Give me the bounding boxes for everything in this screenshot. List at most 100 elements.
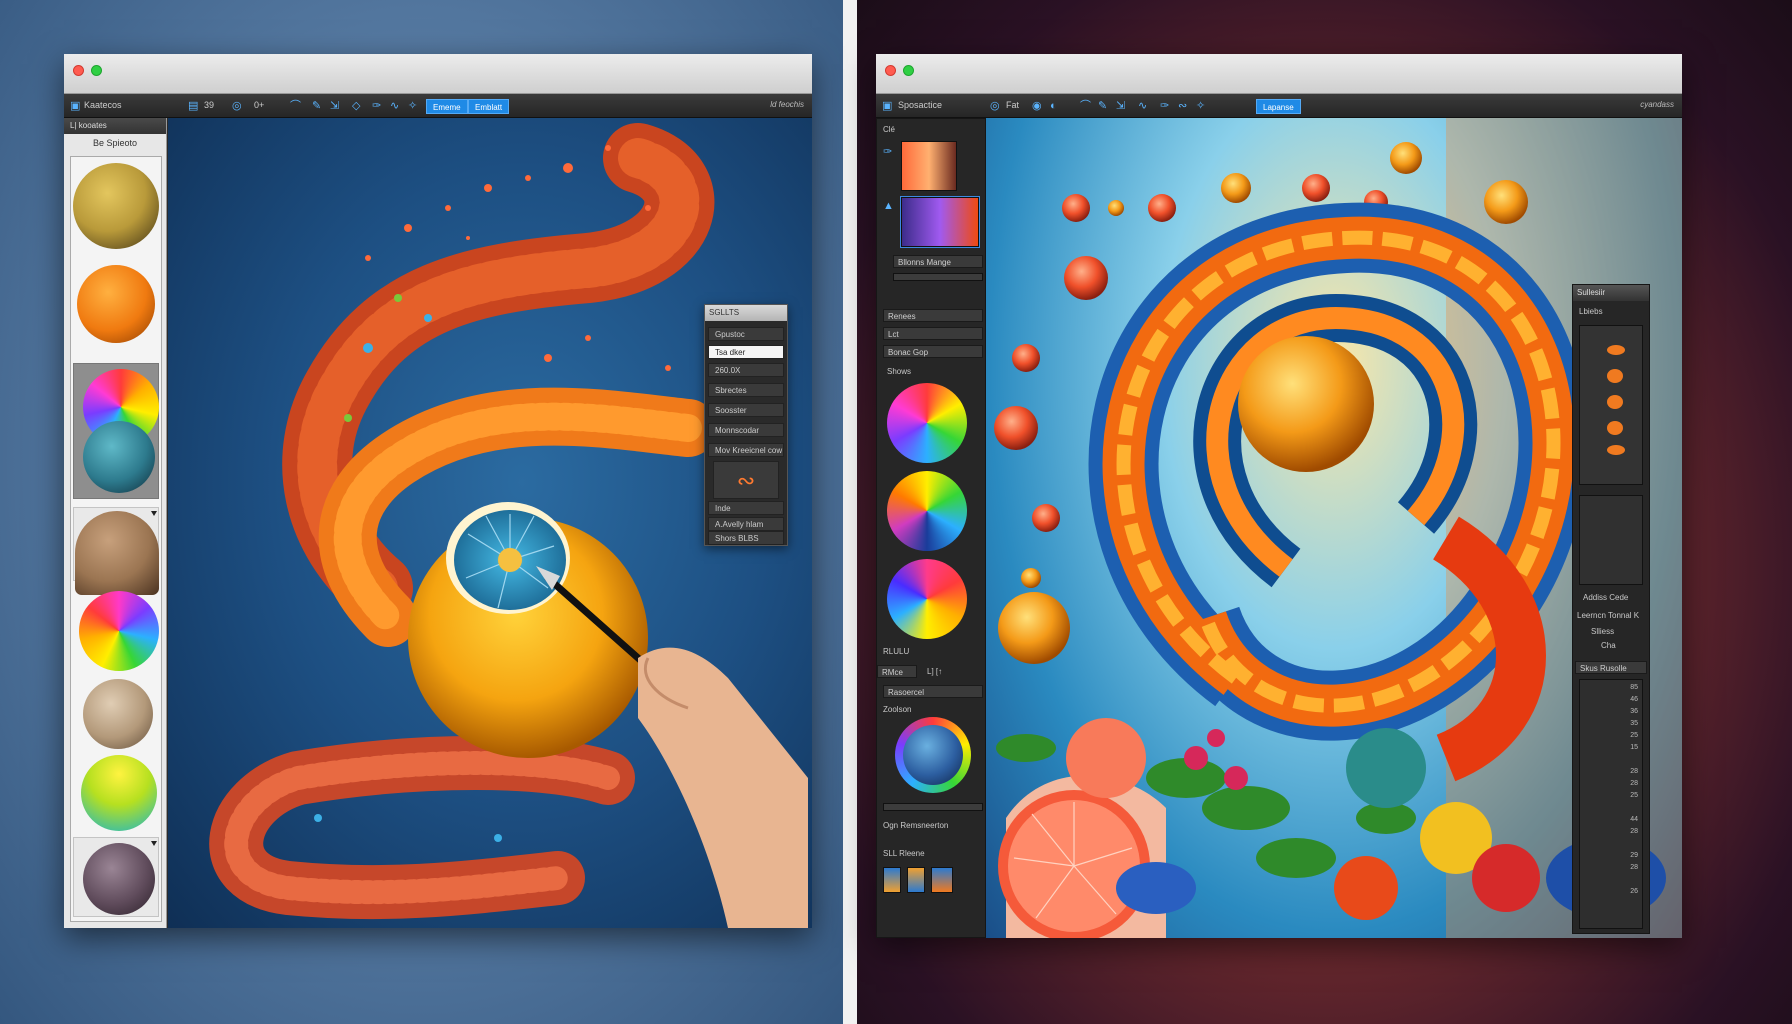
right-label-f[interactable]: Skus Rusolle — [1575, 661, 1647, 674]
layer-thumb-1[interactable] — [883, 867, 901, 893]
eye-icon[interactable]: ◉ — [1032, 99, 1042, 113]
orange-dot-4[interactable] — [1607, 421, 1623, 435]
layer-row-bonac[interactable]: Bonac Gop — [883, 345, 983, 358]
orange-dot-5[interactable] — [1607, 445, 1625, 455]
swatch-list[interactable] — [70, 156, 162, 922]
orange-dot-1[interactable] — [1607, 345, 1625, 355]
slb-label: SLL Rleene — [883, 849, 925, 858]
target-icon-2[interactable]: ◎ — [990, 99, 1000, 113]
blend-mode-row[interactable]: Bllonns Mange — [893, 255, 983, 268]
swatch-lime-sphere[interactable] — [81, 755, 157, 831]
orange-dot-3[interactable] — [1607, 395, 1623, 409]
list-label: Ogn Remsneerton — [883, 821, 949, 830]
float-row-inde[interactable]: Inde — [708, 501, 784, 515]
brush-preset-icon[interactable]: ✑ — [883, 145, 892, 159]
float-row-avelly[interactable]: A.Avelly hlam — [708, 517, 784, 531]
position-label: Zoolson — [883, 705, 912, 714]
rmce-row[interactable]: RMce — [877, 665, 917, 678]
center-divider — [843, 0, 857, 1024]
layer-thumb-3[interactable] — [931, 867, 953, 893]
hat-tool-icon[interactable]: ⌒ — [290, 99, 301, 113]
color-picker-core[interactable] — [903, 725, 963, 785]
brush-tool-icon-2[interactable]: ✑ — [1160, 99, 1169, 113]
float-row-gpustoc[interactable]: Gpustoc — [708, 327, 784, 341]
num-11: 28 — [1630, 828, 1638, 835]
num-7: 28 — [1630, 768, 1638, 775]
resource-row[interactable]: Rasoercel — [883, 685, 983, 698]
layer-row-lct[interactable]: Lct — [883, 327, 983, 340]
zoom-window-button[interactable] — [91, 65, 102, 76]
swatch-beige-sphere[interactable] — [83, 679, 153, 749]
pen-tool-icon[interactable]: ✎ — [312, 99, 321, 113]
float-row-shors[interactable]: Shors BLBS — [708, 531, 784, 545]
size-value-2[interactable]: Fat — [1006, 100, 1019, 110]
num-8: 28 — [1630, 780, 1638, 787]
gradient-thumb-1[interactable] — [901, 141, 957, 191]
expand-arrow-icon[interactable] — [151, 511, 157, 516]
num-6: 15 — [1630, 744, 1638, 751]
layer-thumb-2[interactable] — [907, 867, 925, 893]
right-toolbar: ▣ Sposactice ◎ Fat ◉ ◐ ⌒ ✎ ⇲ ∿ ✑ ∾ ✧ Lap… — [876, 94, 1682, 118]
float-row-sbrectes[interactable]: Sbrectes — [708, 383, 784, 397]
bottom-label: RLULU — [883, 647, 910, 656]
lasso-tool-icon[interactable]: ∿ — [390, 99, 399, 113]
rmce-values[interactable]: L] [↑ — [927, 667, 942, 676]
right-titlebar — [876, 54, 1682, 94]
close-window-button[interactable] — [73, 65, 84, 76]
blend-slider[interactable] — [893, 273, 983, 281]
expand-arrow-icon-2[interactable] — [151, 841, 157, 846]
properties-float-panel[interactable]: SGLLTS Gpustoc Tsa dker 260.0X Sbrectes … — [704, 304, 788, 546]
zoom-window-button-2[interactable] — [903, 65, 914, 76]
tab-lapanse[interactable]: Lapanse — [1256, 99, 1301, 114]
swatch-magenta-sphere[interactable] — [79, 591, 159, 671]
float-panel-title: SGLLTS — [705, 305, 787, 321]
pen-tool-icon-2[interactable]: ✎ — [1098, 99, 1107, 113]
shape-tool-icon-2[interactable]: ∿ — [1138, 99, 1147, 113]
layer-icon[interactable]: ▤ — [188, 99, 198, 113]
close-window-button-2[interactable] — [885, 65, 896, 76]
left-tool-panel: Clé ✑ ▲ Bllonns Mange Renees Lct Bonac G… — [876, 118, 986, 938]
lasso-tool-icon-2[interactable]: ∾ — [1178, 99, 1187, 113]
right-app-window: ▣ Sposactice ◎ Fat ◉ ◐ ⌒ ✎ ⇲ ∿ ✑ ∾ ✧ Lap… — [876, 54, 1682, 938]
num-9: 25 — [1630, 792, 1638, 799]
orange-dot-2[interactable] — [1607, 369, 1623, 383]
brush-tool-icon[interactable]: ✑ — [372, 99, 381, 113]
swatch-plum-sphere[interactable] — [83, 843, 155, 915]
swatch-teal-sphere[interactable] — [83, 421, 155, 493]
num-13: 28 — [1630, 864, 1638, 871]
move-tool-icon[interactable]: ⇲ — [330, 99, 339, 113]
opacity-icon[interactable]: ◐ — [1050, 99, 1057, 113]
size-value[interactable]: 39 — [204, 100, 214, 110]
slider-stack[interactable] — [1579, 495, 1643, 585]
zoom-value[interactable]: 0+ — [254, 100, 264, 110]
float-row-monnscodar[interactable]: Monnscodar — [708, 423, 784, 437]
picker-slider[interactable] — [883, 803, 983, 811]
numbers-list[interactable]: 85 46 36 35 25 15 28 28 25 44 28 29 28 2… — [1579, 679, 1643, 929]
wand-tool-icon-2[interactable]: ✧ — [1196, 99, 1205, 113]
move-tool-icon-2[interactable]: ⇲ — [1116, 99, 1125, 113]
swatch-gold-sphere[interactable] — [73, 163, 159, 249]
float-row-soosster[interactable]: Soosster — [708, 403, 784, 417]
app-logo-icon: ▣ — [70, 100, 81, 112]
target-icon[interactable]: ◎ — [232, 99, 242, 113]
layer-row-renees[interactable]: Renees — [883, 309, 983, 322]
panel-tab-label[interactable]: Clé — [883, 125, 895, 134]
color-wheel-3[interactable] — [887, 559, 967, 639]
swatch-tan-sphere[interactable] — [75, 511, 159, 595]
color-wheel-2[interactable] — [887, 471, 967, 551]
left-toolbar: ▣ Kaatecos ▤ 39 ◎ 0+ ⌒ ✎ ⇲ ◇ ✑ ∿ ✧ Ememe… — [64, 94, 812, 118]
swatch-orange-sphere[interactable] — [77, 265, 155, 343]
num-12: 29 — [1630, 852, 1638, 859]
wand-tool-icon[interactable]: ✧ — [408, 99, 417, 113]
curve-preview[interactable]: ∾ — [713, 461, 779, 499]
float-row-zoom[interactable]: 260.0X — [708, 363, 784, 377]
hat-tool-icon-2[interactable]: ⌒ — [1080, 99, 1091, 113]
shape-tool-icon[interactable]: ◇ — [352, 99, 360, 113]
tab-ememe[interactable]: Ememe — [426, 99, 468, 114]
float-row-mov[interactable]: Mov Kreeicnel cow — [708, 443, 784, 457]
gradient-thumb-2[interactable] — [900, 196, 980, 248]
tab-emblatt[interactable]: Emblatt — [468, 99, 510, 114]
brush-preset-icon-2[interactable]: ▲ — [883, 199, 894, 213]
color-wheel-1[interactable] — [887, 383, 967, 463]
float-row-tsa-dker[interactable]: Tsa dker — [708, 345, 784, 359]
